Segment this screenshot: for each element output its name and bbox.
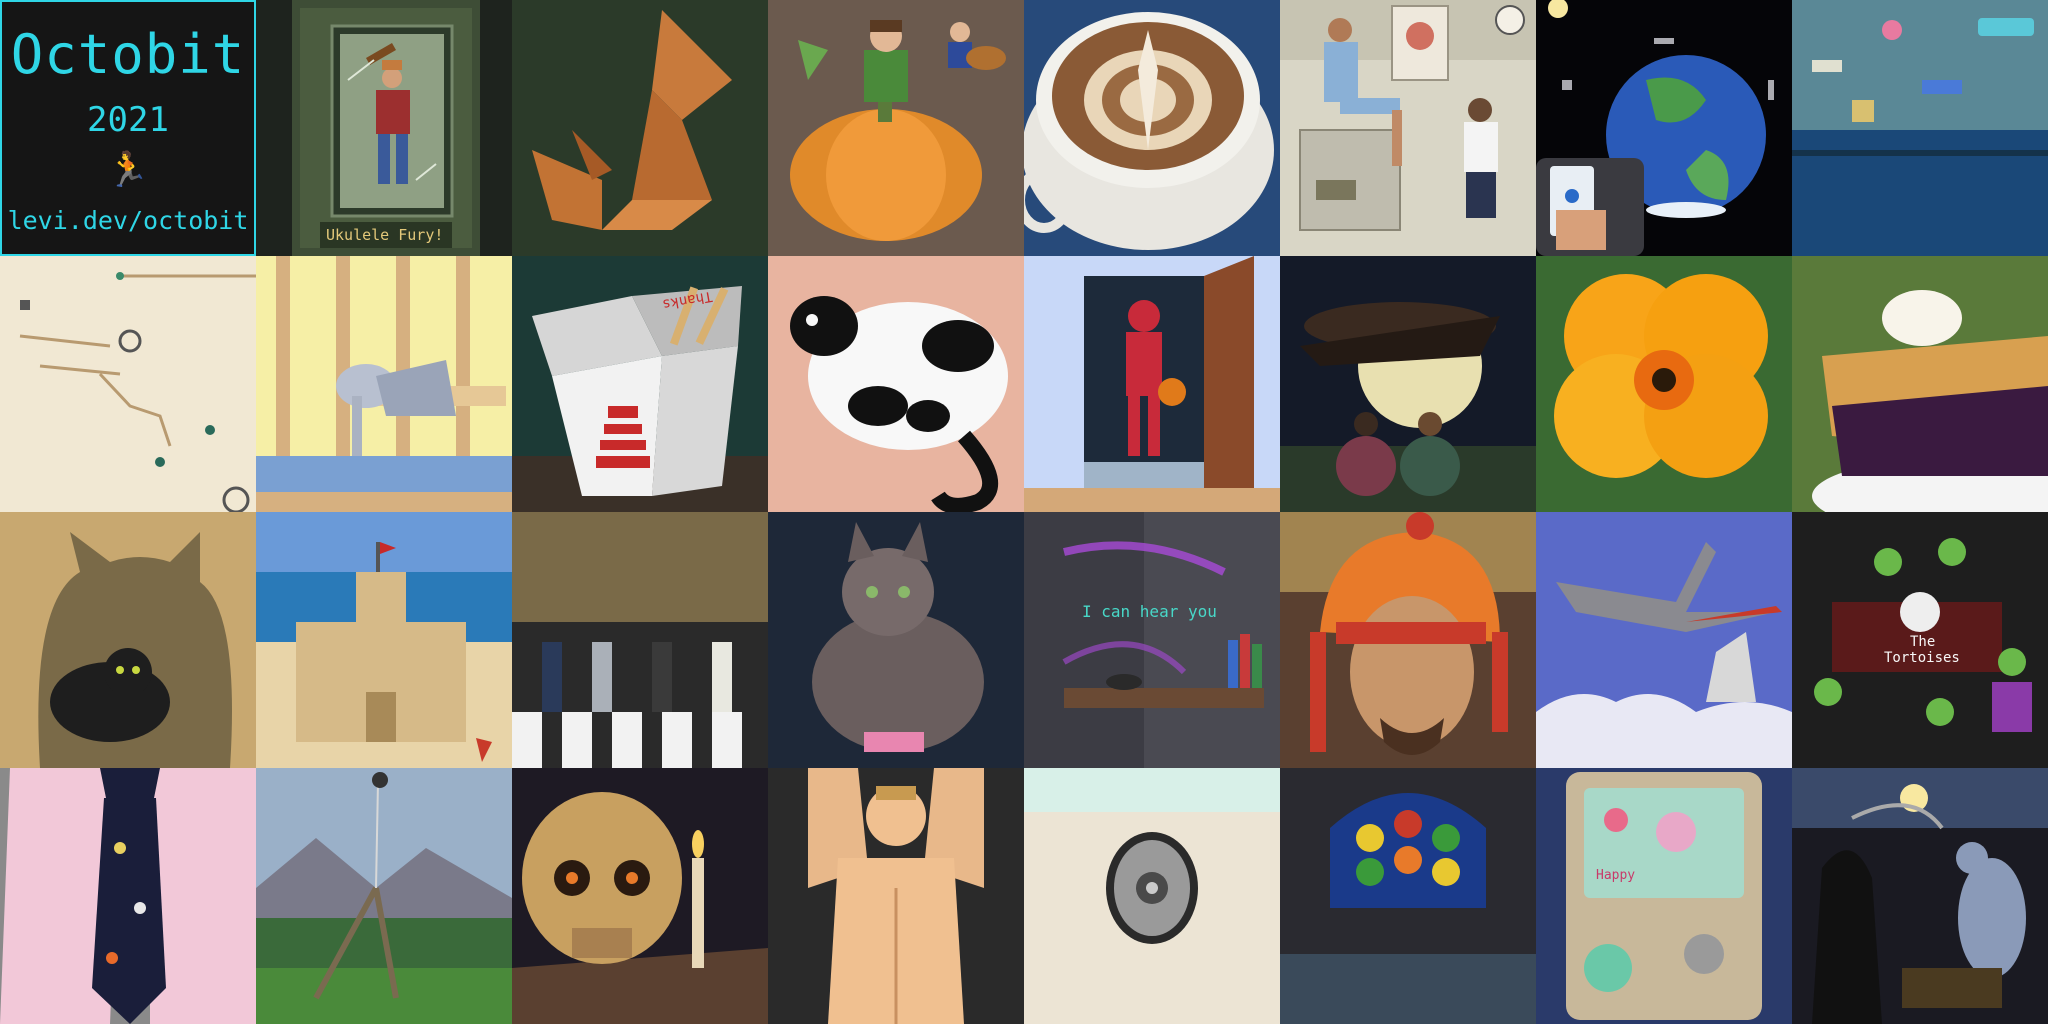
tile-cocktail-tie[interactable] (0, 768, 256, 1024)
sandcastle-art (256, 512, 512, 768)
tile-beanie-portrait[interactable] (1280, 512, 1536, 768)
tile-marble-run[interactable] (0, 256, 256, 512)
tile-reaper-rat[interactable] (1792, 768, 2048, 1024)
tile-turtle-band[interactable]: The Tortoises (1792, 512, 2048, 768)
marble-run-art (0, 256, 256, 512)
game-device-art (1536, 768, 1792, 1024)
fluffy-cat-box-art (768, 512, 1024, 768)
tile-stork[interactable] (1536, 512, 1792, 768)
tile-elephant-crib[interactable] (256, 256, 512, 512)
black-cat-shadow-art (0, 512, 256, 768)
tile-black-cat-shadow[interactable] (0, 512, 256, 768)
tile-trebuchet[interactable] (256, 768, 512, 1024)
runner-icon: 🏃 (106, 149, 150, 190)
tile-earth-gps[interactable] (1536, 0, 1792, 256)
elephant-crib-art (256, 256, 512, 512)
tile-ukulele-fury[interactable]: Ukulele Fury! (256, 0, 512, 256)
takeout-box-art (512, 256, 768, 512)
blueberry-pie-art (1792, 256, 2048, 512)
moon-beetle-art (1280, 256, 1536, 512)
ukulele-fury-art (256, 0, 512, 256)
tile-pumpkin-girl[interactable] (768, 0, 1024, 256)
poppy-flower-art (1536, 256, 1792, 512)
crosswalk-zombies-art (512, 512, 768, 768)
tile-doctor-visit[interactable] (1280, 0, 1536, 256)
tile-stained-glass[interactable] (1280, 768, 1536, 1024)
tile-skull-candle[interactable] (512, 768, 768, 1024)
tile-robot-vacuum[interactable] (1024, 768, 1280, 1024)
tile-latte-art[interactable] (1024, 0, 1280, 256)
tile-game-device[interactable]: Happy (1536, 768, 1792, 1024)
tile-voice-assistant[interactable]: I can hear you (1024, 512, 1280, 768)
tile-origami-fox[interactable] (512, 0, 768, 256)
tile-takeout-box[interactable]: Thanks (512, 256, 768, 512)
robot-vacuum-art (1024, 768, 1280, 1024)
tile-sandcastle[interactable] (256, 512, 512, 768)
tile-flexing-man[interactable] (768, 768, 1024, 1024)
tile-luchador-door[interactable] (1024, 256, 1280, 512)
latte-art (1024, 0, 1280, 256)
tile-ocean-plastic[interactable] (1792, 0, 2048, 256)
origami-fox-art (512, 0, 768, 256)
beanie-portrait-art (1280, 512, 1536, 768)
voice-assistant-caption: I can hear you (1082, 602, 1217, 621)
tile-moon-beetle[interactable] (1280, 256, 1536, 512)
stained-glass-art (1280, 768, 1536, 1024)
trebuchet-art (256, 768, 512, 1024)
tile-poppy-flower[interactable] (1536, 256, 1792, 512)
luchador-door-art (1024, 256, 1280, 512)
collection-url-link[interactable]: levi.dev/octobit (8, 206, 249, 235)
ocean-plastic-art (1792, 0, 2048, 256)
tile-sleeping-cat[interactable] (768, 256, 1024, 512)
earth-gps-art (1536, 0, 1792, 256)
pumpkin-girl-art (768, 0, 1024, 256)
skull-candle-art (512, 768, 768, 1024)
collection-title: Octobit (10, 22, 246, 86)
title-tile[interactable]: Octobit 2021 🏃 levi.dev/octobit (0, 0, 256, 256)
sleeping-cat-art (768, 256, 1024, 512)
stork-art (1536, 512, 1792, 768)
tile-fluffy-cat-box[interactable] (768, 512, 1024, 768)
band-caption-line1: The (1910, 634, 1936, 650)
band-caption-line2: Tortoises (1884, 650, 1960, 666)
flexing-man-art (768, 768, 1024, 1024)
cocktail-tie-art (0, 768, 256, 1024)
collection-year: 2021 (87, 99, 169, 140)
game-device-caption: Happy (1596, 868, 1636, 883)
doctor-visit-art (1280, 0, 1536, 256)
octobit-collage-grid: Octobit 2021 🏃 levi.dev/octobit Ukulele … (0, 0, 2048, 1024)
reaper-rat-art (1792, 768, 2048, 1024)
tile-crosswalk-zombies[interactable] (512, 512, 768, 768)
tile-blueberry-pie[interactable] (1792, 256, 2048, 512)
voice-assistant-art (1024, 512, 1280, 768)
ukulele-fury-caption: Ukulele Fury! (326, 226, 444, 244)
